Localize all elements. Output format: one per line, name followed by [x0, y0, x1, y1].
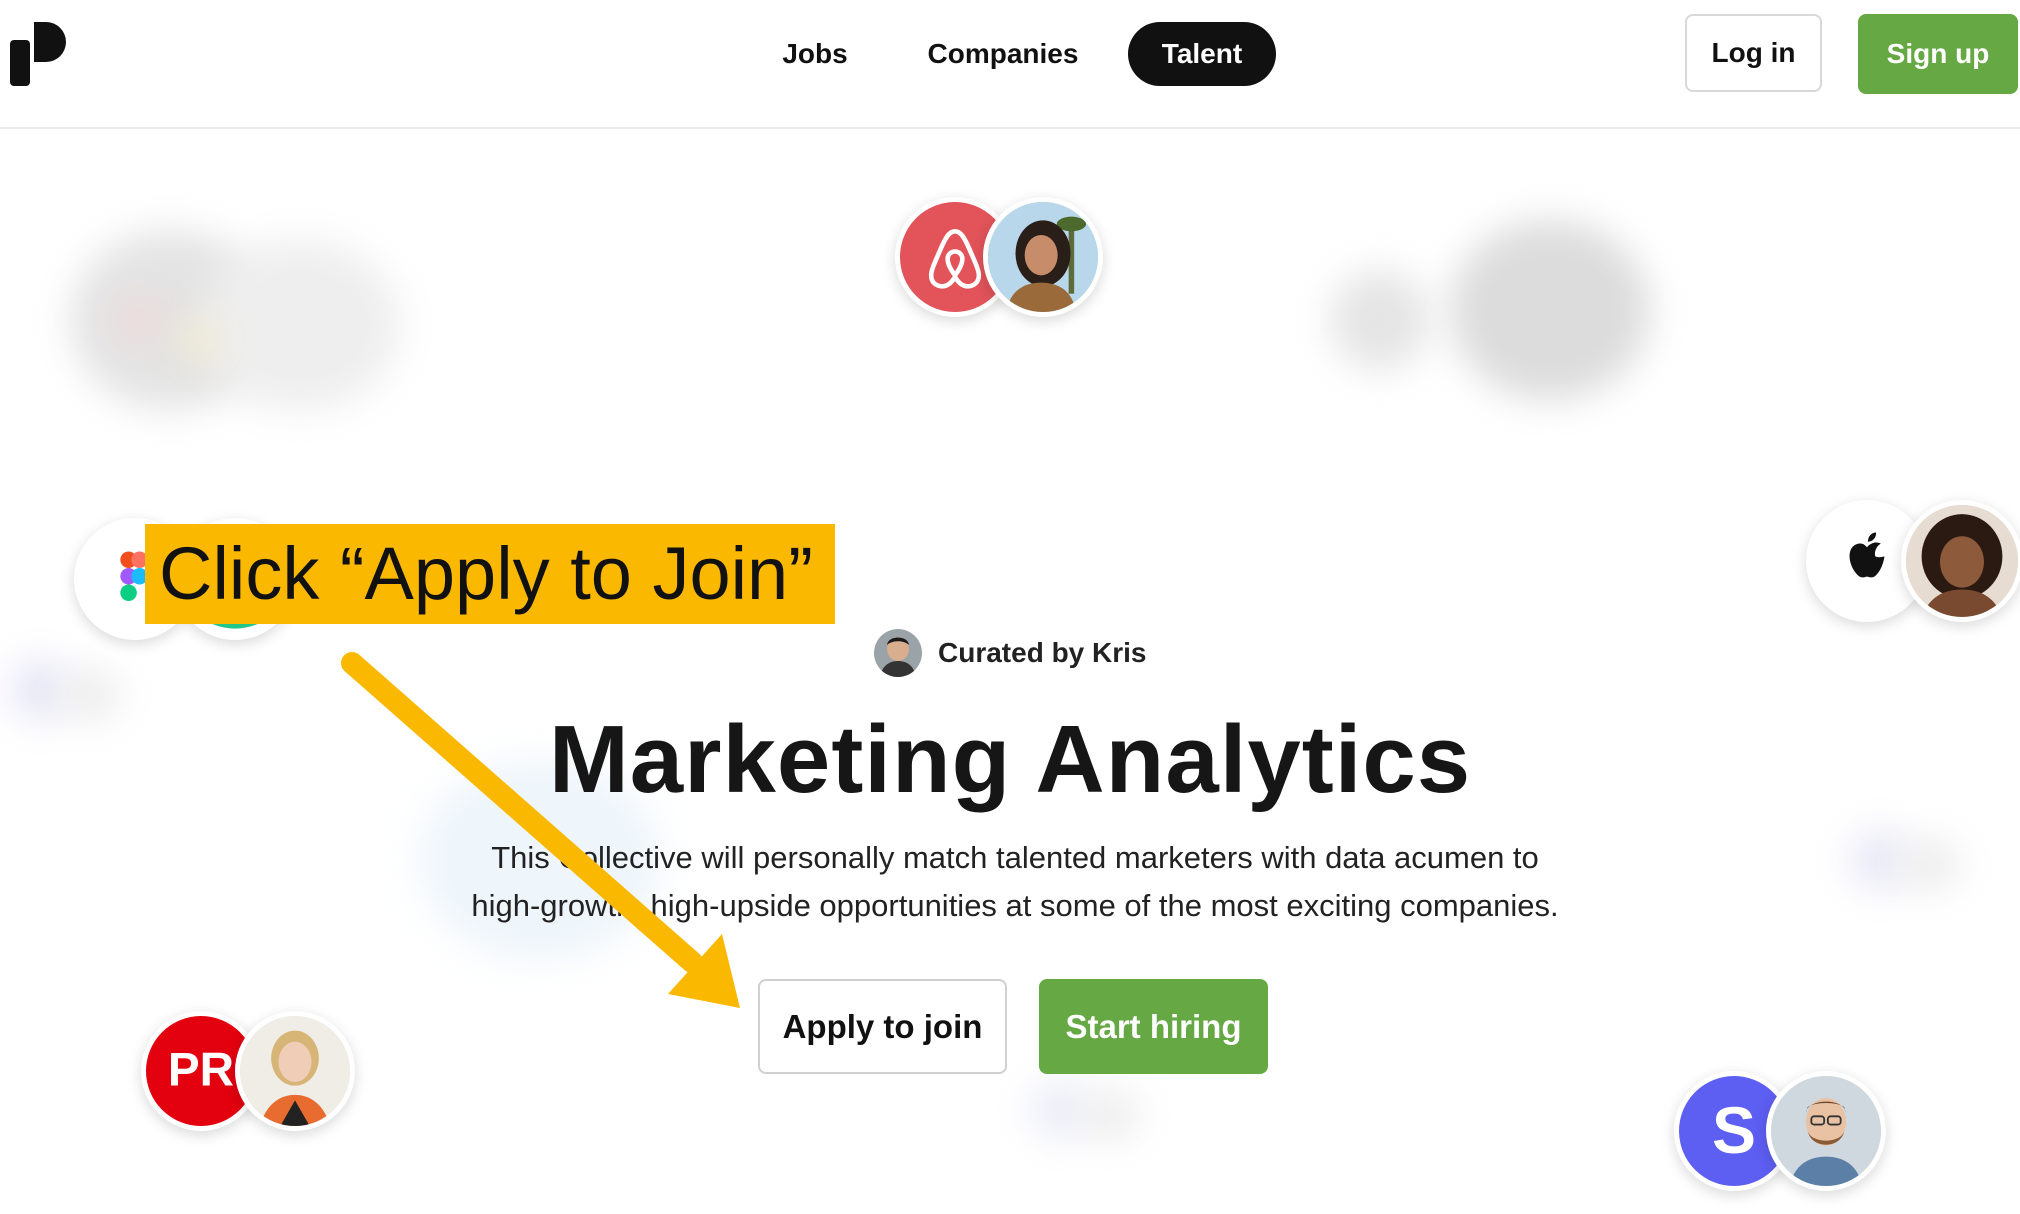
- signup-button[interactable]: Sign up: [1858, 14, 2018, 94]
- top-navbar: Jobs Companies Talent Log in Sign up: [0, 0, 2020, 129]
- hero-description: This Collective will personally match ta…: [380, 834, 1650, 930]
- page-title: Marketing Analytics: [548, 706, 1472, 813]
- hero-description-line: high-growth, high-upside opportunities a…: [471, 888, 1559, 923]
- nav-talent[interactable]: Talent: [1128, 22, 1276, 86]
- hero-description-line: This Collective will personally match ta…: [491, 840, 1539, 875]
- login-button[interactable]: Log in: [1685, 14, 1822, 92]
- curated-by: Curated by Kris: [874, 628, 1147, 678]
- svg-text:S: S: [1712, 1093, 1756, 1167]
- person-avatar: [983, 197, 1103, 317]
- p-logo-icon[interactable]: [10, 22, 66, 86]
- person-avatar: [1901, 500, 2020, 622]
- curator-avatar: [874, 629, 922, 677]
- person-avatar: [235, 1011, 355, 1131]
- nav-jobs[interactable]: Jobs: [760, 22, 870, 86]
- apply-to-join-button[interactable]: Apply to join: [758, 979, 1007, 1074]
- start-hiring-button[interactable]: Start hiring: [1039, 979, 1268, 1074]
- svg-text:PR: PR: [168, 1044, 234, 1097]
- curated-by-text: Curated by Kris: [938, 637, 1147, 668]
- instruction-callout: Click “Apply to Join”: [145, 524, 835, 624]
- person-avatar: [1766, 1071, 1886, 1191]
- nav-companies[interactable]: Companies: [908, 22, 1098, 86]
